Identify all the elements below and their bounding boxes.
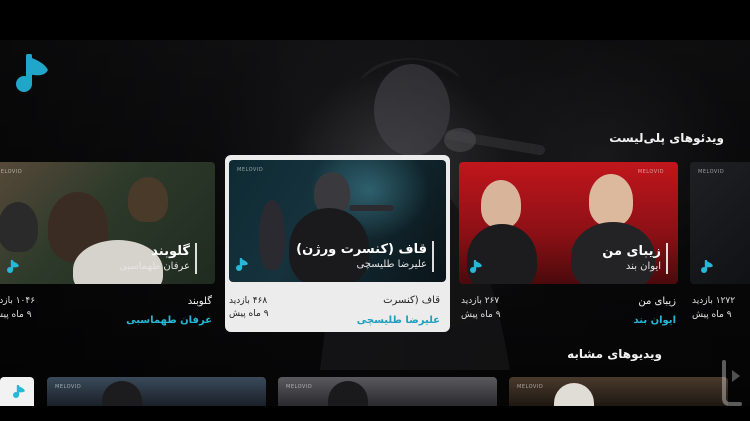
watermark-label: MELOVID xyxy=(698,169,725,175)
thumbnail-artist: ایوان بند xyxy=(625,261,661,272)
watermark-label: MELOVID xyxy=(286,384,313,390)
thumbnail-artist: علیرضا طلیسچی xyxy=(356,259,427,270)
similar-video-card[interactable] xyxy=(0,377,34,406)
melovid-badge-icon xyxy=(701,260,713,273)
upload-time: ۹ ماه پیش xyxy=(229,309,269,319)
upload-time: ۹ ماه پیش xyxy=(461,310,501,320)
video-thumbnail[interactable]: MELOVID گلوبند عرفان طهماسبی xyxy=(0,162,215,284)
similar-video-card[interactable]: MELOVID xyxy=(509,377,728,406)
watermark-label: MELOVID xyxy=(517,384,544,390)
app-screen: ویدئوهای پلی‌لیست MELOVID گلوبند عرفان ط… xyxy=(0,0,750,421)
video-thumbnail[interactable]: MELOVID قاف (کنسرت ورژن) علیرضا طلیسچی xyxy=(229,160,446,282)
playlist-card-focused[interactable]: MELOVID قاف (کنسرت ورژن) علیرضا طلیسچی ق… xyxy=(225,155,450,332)
melovid-badge-icon xyxy=(13,385,25,398)
view-count: ۴۶۸ بازدید xyxy=(229,296,268,306)
artist-link[interactable]: عرفان طهماسبی xyxy=(126,315,212,326)
playlist-section-title: ویدئوهای پلی‌لیست xyxy=(609,131,724,145)
video-thumbnail[interactable]: MELOVID xyxy=(690,162,750,284)
video-title: گلوبند xyxy=(187,296,212,307)
artist-link[interactable]: علیرضا طلیسچی xyxy=(357,315,440,326)
thumbnail-title: گلوبند xyxy=(151,244,190,259)
app-logo-icon xyxy=(16,54,48,92)
view-count: ۱۰۴۶ بازدید xyxy=(0,296,36,306)
bottom-letterbox xyxy=(0,406,750,421)
view-count: ۱۲۷۲ بازدید xyxy=(692,296,736,306)
upload-time: ۹ ماه پیش xyxy=(0,310,32,320)
video-title: زیبای من xyxy=(638,296,676,307)
melovid-badge-icon xyxy=(236,258,248,271)
thumbnail-title: زیبای من xyxy=(602,244,661,259)
video-title: قاف (کنسرت xyxy=(383,295,440,306)
watermark-label: MELOVID xyxy=(237,167,264,173)
watermark-label: MELOVID xyxy=(0,169,23,175)
upload-time: ۹ ماه پیش xyxy=(692,310,732,320)
artist-link[interactable]: ایوان بند xyxy=(633,315,676,326)
melovid-badge-icon xyxy=(7,260,19,273)
thumbnail-title: قاف (کنسرت ورژن) xyxy=(296,242,427,257)
similar-section-title: ویدیوهای مشابه xyxy=(567,347,662,361)
top-letterbox xyxy=(0,0,750,40)
melovid-badge-icon xyxy=(470,260,482,273)
watermark-label: MELOVID xyxy=(637,169,664,175)
thumbnail-caption: قاف (کنسرت ورژن) علیرضا طلیسچی xyxy=(296,241,434,272)
store-watermark-icon xyxy=(722,360,742,406)
similar-video-card[interactable]: MELOVID xyxy=(278,377,497,406)
video-thumbnail[interactable]: MELOVID زیبای من ایوان بند xyxy=(459,162,678,284)
view-count: ۲۶۷ بازدید xyxy=(461,296,500,306)
similar-video-card[interactable]: MELOVID xyxy=(47,377,266,406)
thumbnail-caption: گلوبند عرفان طهماسبی xyxy=(119,243,197,274)
thumbnail-caption: زیبای من ایوان بند xyxy=(602,243,668,274)
thumbnail-artist: عرفان طهماسبی xyxy=(119,261,190,272)
watermark-label: MELOVID xyxy=(55,384,82,390)
